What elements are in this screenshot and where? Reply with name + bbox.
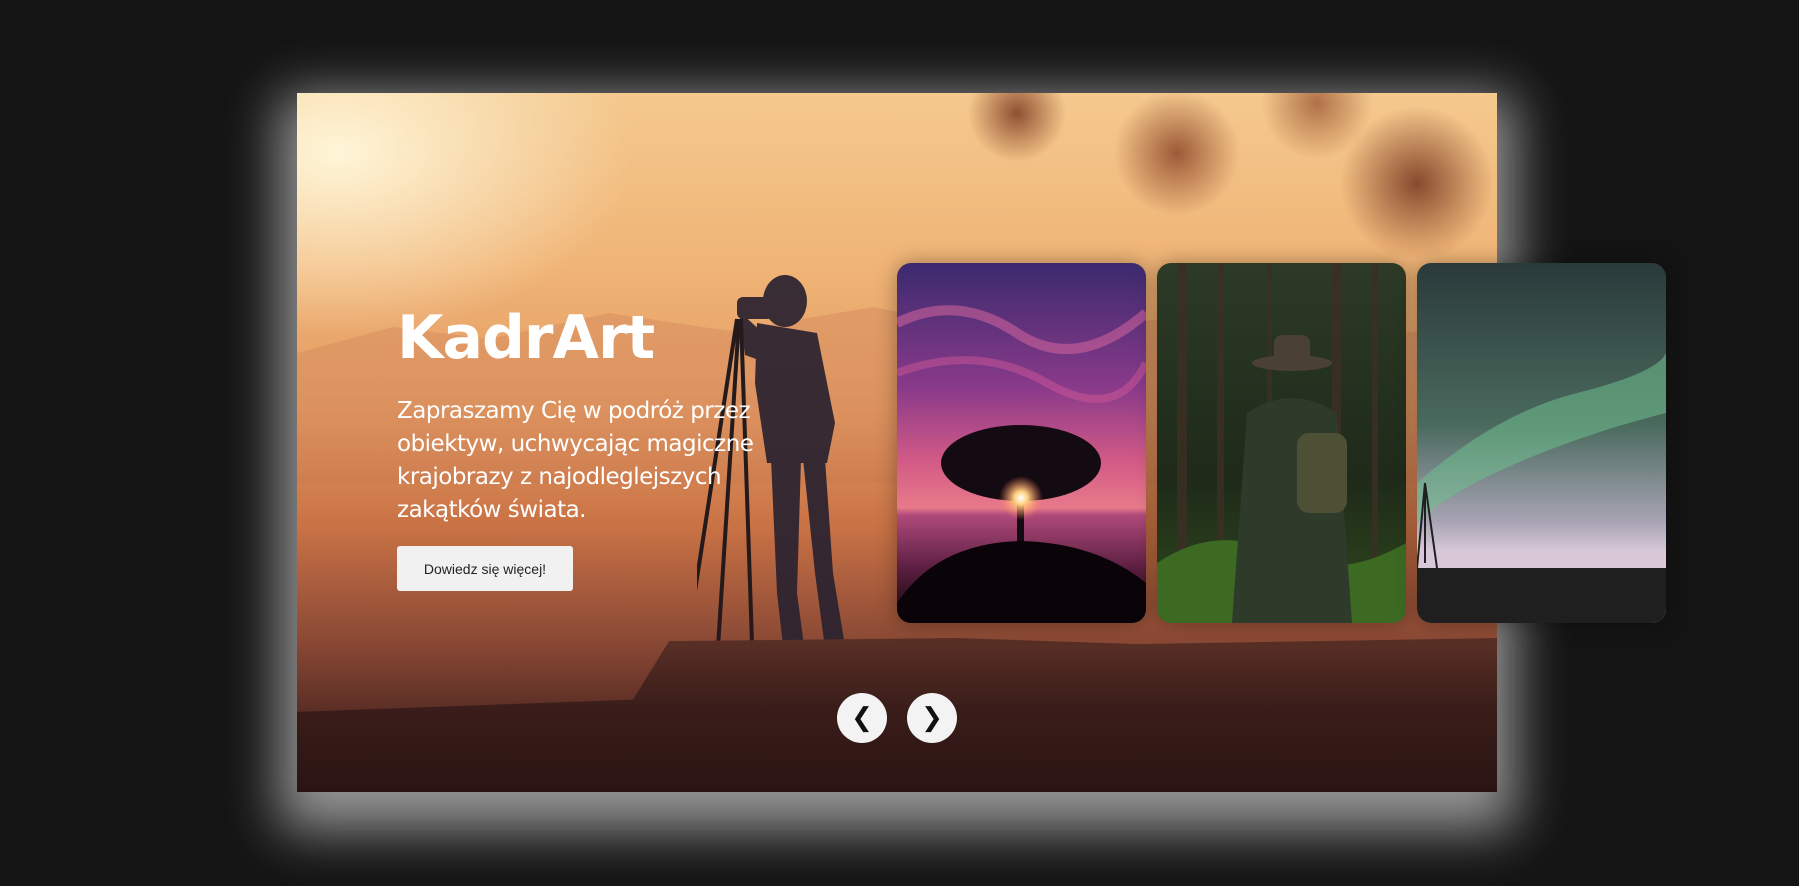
aurora-card[interactable] xyxy=(1417,263,1666,623)
hero-subtitle: Zapraszamy Cię w podróż przez obiektyw, … xyxy=(397,398,754,523)
forest-traveler-card[interactable] xyxy=(1157,263,1406,623)
learn-more-button[interactable]: Dowiedz się więcej! xyxy=(397,546,573,591)
rock-ledge xyxy=(297,638,1497,792)
hero-text-block: KadrArt Zapraszamy Cię w podróż przez ob… xyxy=(397,303,757,527)
previous-slide-button[interactable]: ❮ xyxy=(837,693,887,743)
tree-sunset-card[interactable] xyxy=(897,263,1146,623)
next-slide-button[interactable]: ❯ xyxy=(907,693,957,743)
hero-title: KadrArt xyxy=(397,303,655,373)
